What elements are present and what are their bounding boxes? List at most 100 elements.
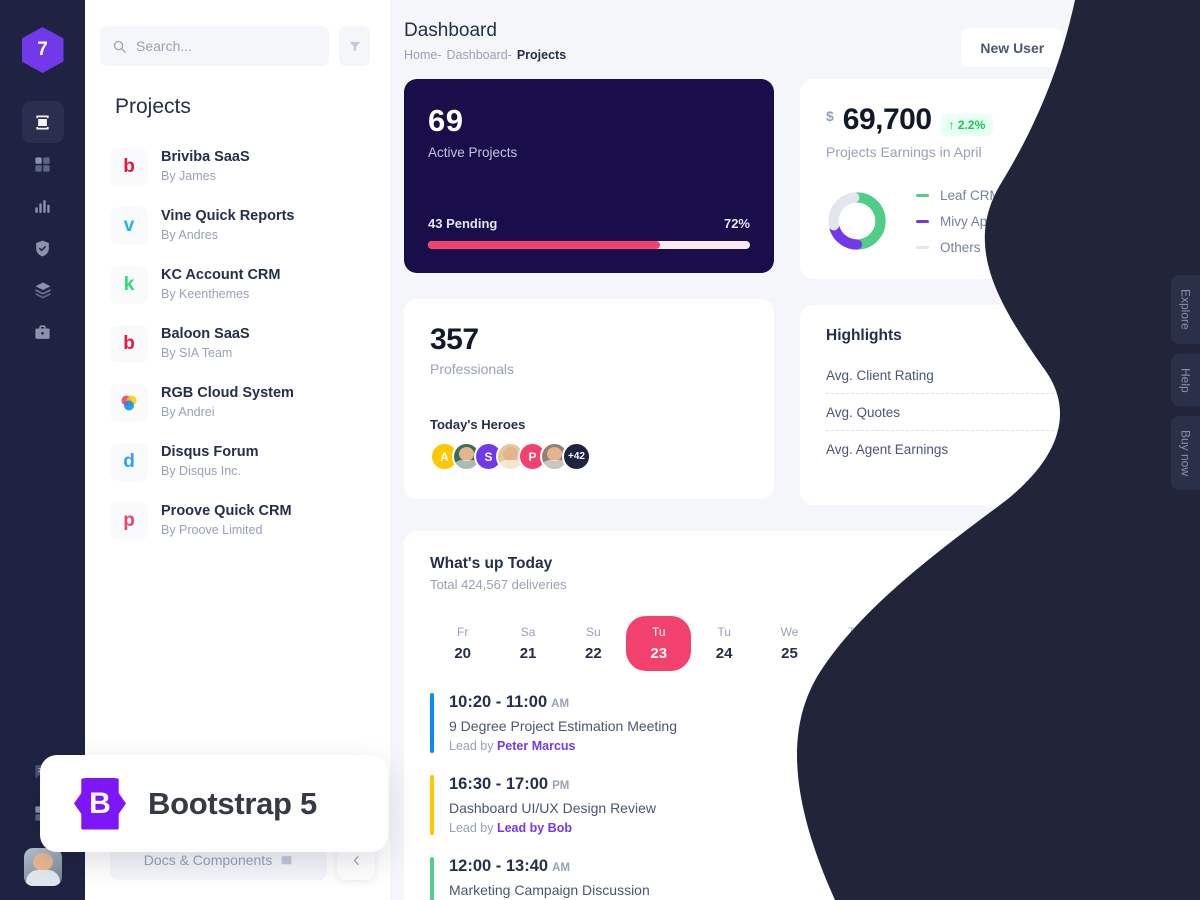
breadcrumb-item[interactable]: Projects (517, 48, 566, 62)
sidebar-item-projects[interactable] (22, 311, 64, 353)
event-row: 12:00 - 13:40 AM Marketing Campaign Discus… (430, 857, 1149, 900)
day-cell[interactable]: Tu 24 (691, 616, 756, 671)
day-of-week: Th (847, 625, 862, 639)
day-cell[interactable]: Tu 23 (626, 616, 692, 671)
event-lead-name[interactable]: Lead by Bob (497, 821, 572, 835)
earnings-label: Projects Earnings in April (826, 144, 982, 160)
search-input[interactable] (136, 38, 317, 54)
day-number: 20 (454, 645, 472, 662)
list-item[interactable]: b Baloon SaaS By SIA Team (110, 314, 390, 373)
main-content: Dashboard Home- Dashboard- Projects New Us… (390, 0, 1200, 900)
side-tabs: Explore Help Buy now (1171, 275, 1200, 491)
page-header-left: Dashboard Home- Dashboard- Projects (404, 20, 961, 62)
sidebar-item-analytics[interactable] (22, 185, 64, 227)
highlight-label: Avg. Quotes (826, 404, 901, 420)
list-item[interactable]: v Vine Quick Reports By Andres (110, 196, 390, 255)
event-time: 10:20 - 11:00 AM (449, 693, 570, 711)
day-of-week: Sa (978, 625, 993, 639)
project-text: Briviba SaaS By James (161, 148, 250, 186)
sidebar-item-layers[interactable] (22, 269, 64, 311)
new-goal-button[interactable]: New Goal (1073, 28, 1175, 67)
book-icon (281, 855, 292, 864)
event-lead-name[interactable]: Peter Marcus (497, 739, 576, 753)
active-projects-card[interactable]: 69 Active Projects 43 Pending 72% (404, 79, 774, 273)
highlight-label: Avg. Client Rating (826, 367, 934, 383)
list-item[interactable]: k KC Account CRM By Keenthemes (110, 255, 390, 314)
bootstrap-logo-icon: B (74, 777, 126, 830)
project-logo-icon: b (110, 147, 148, 186)
day-cell[interactable]: Sa 28 (953, 616, 1018, 671)
highlights-title: Highlights (826, 327, 902, 344)
active-projects-label: Active Projects (428, 145, 518, 160)
legend-amount: $45,257 (1100, 239, 1149, 255)
sidebar-item-security[interactable] (22, 227, 64, 269)
sidebar-item-apps[interactable] (22, 143, 64, 185)
view-button[interactable]: View (1085, 706, 1149, 740)
todays-heroes-label: Today's Heroes (430, 417, 526, 432)
project-text: Baloon SaaS By SIA Team (161, 325, 250, 363)
side-tab-buy-now[interactable]: Buy now (1171, 416, 1200, 491)
filter-button[interactable] (339, 26, 370, 66)
day-cell[interactable]: Th 26 (822, 616, 887, 671)
briefcase-icon (35, 324, 50, 339)
day-cell[interactable]: Sa 21 (495, 616, 560, 671)
side-tab-explore[interactable]: Explore (1171, 275, 1200, 344)
view-button[interactable]: View (1085, 788, 1149, 822)
percent-label: 72% (723, 216, 750, 231)
legend-swatch (916, 245, 929, 249)
day-of-week: Fr (457, 625, 469, 639)
earnings-change-badge: ↑ 2.2% (940, 114, 994, 136)
project-logo-icon: v (110, 206, 148, 245)
list-item[interactable]: b Briviba SaaS By James (110, 137, 390, 196)
breadcrumb-item[interactable]: Home- (404, 48, 442, 62)
donut-segment (828, 192, 886, 250)
legend-swatch (916, 219, 929, 223)
avatar[interactable] (23, 848, 62, 886)
highlight-value-group: ↗ $2,309 (1086, 441, 1149, 458)
legend-amount: $2,820 (1107, 213, 1149, 229)
day-number: 25 (781, 645, 798, 662)
breadcrumb: Home- Dashboard- Projects (404, 48, 961, 62)
list-item[interactable]: RGB Cloud System By Andrei (110, 373, 390, 432)
day-cell[interactable]: Mo 30 (1084, 616, 1149, 671)
project-logo-icon: b (110, 324, 148, 363)
avatar[interactable]: +42 (562, 442, 591, 471)
breadcrumb-item[interactable]: Dashboard- (447, 48, 512, 62)
new-user-button[interactable]: New User (961, 28, 1064, 67)
day-cell[interactable]: Fr 20 (430, 616, 495, 671)
professionals-card[interactable]: 357 Professionals Today's Heroes A S P +42 (404, 299, 774, 499)
earnings-body: Leaf CRM Mivy App Others $7,660 $2,820 $45,2… (826, 182, 1149, 260)
list-item[interactable]: p Proove Quick CRM By Proove Limited (110, 491, 390, 550)
day-cell[interactable]: Su 29 (1018, 616, 1083, 671)
day-selector[interactable]: Fr 20 Sa 21 Su 22 Tu 23 Tu 24 We 25 Th 26 Fri 27 Sa 28 Su 2… (430, 616, 1149, 671)
list-item[interactable]: d Disqus Forum By Disqus Inc. (110, 432, 390, 491)
cards-column-right: $ 69,700 ↑ 2.2% Projects Earnings in Apr… (800, 79, 1175, 505)
view-button[interactable]: View (1085, 870, 1149, 900)
day-number: 28 (977, 645, 994, 662)
event-name: Dashboard UI/UX Design Review (449, 800, 656, 816)
highlights-card[interactable]: Highlights Avg. Client Rating ↗ 7.8/10 Avg.… (800, 305, 1175, 505)
highlights-rows: Avg. Client Rating ↗ 7.8/10 Avg. Quotes ↙ 730… (826, 357, 1149, 468)
project-owner: By Andres (161, 228, 218, 243)
header-buttons: New User New Goal (961, 28, 1175, 67)
event-name: Marketing Campaign Discussion (449, 882, 650, 898)
heroes-avatar-stack[interactable]: A S P +42 (430, 442, 748, 471)
legend-item: Leaf CRM (916, 182, 1001, 208)
report-center-button[interactable]: Report Cecnter (1023, 555, 1149, 591)
day-of-week: Fri (913, 625, 928, 639)
day-cell[interactable]: Su 22 (561, 616, 626, 671)
day-cell[interactable]: We 25 (757, 616, 822, 671)
day-cell[interactable]: Fri 27 (888, 616, 953, 671)
side-tab-help[interactable]: Help (1171, 353, 1200, 407)
highlight-value: $2,309 (1106, 441, 1149, 458)
event-body: 12:00 - 13:40 AM Marketing Campaign Discus… (449, 857, 650, 898)
arrow-up-icon: ↑ (948, 118, 955, 132)
layers-icon (34, 282, 51, 299)
sidebar-item-dashboard[interactable] (21, 101, 64, 143)
search-box[interactable] (100, 26, 329, 66)
filter-icon (349, 41, 360, 52)
arrow-down-left-icon: ↙ (1105, 403, 1118, 420)
app-logo[interactable]: 7 (21, 27, 64, 73)
legend-label: Others (940, 239, 981, 255)
earnings-card[interactable]: $ 69,700 ↑ 2.2% Projects Earnings in Apr… (800, 79, 1175, 279)
